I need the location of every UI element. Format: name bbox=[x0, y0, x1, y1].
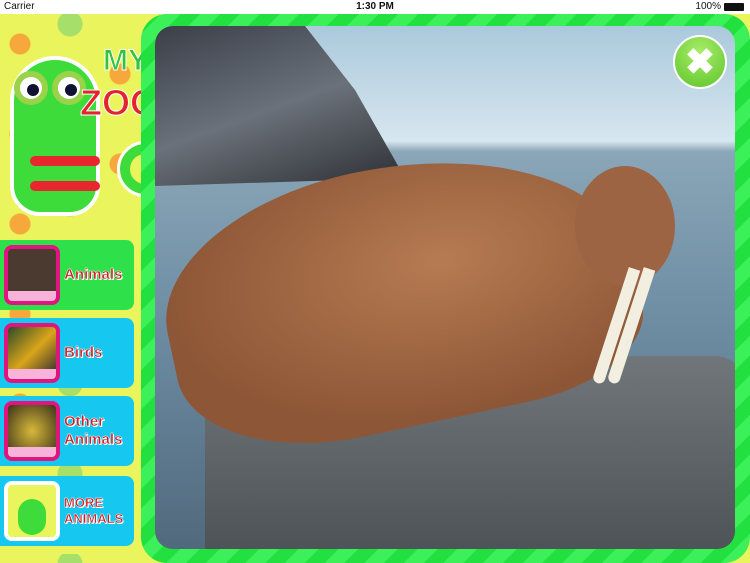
close-icon: ✖ bbox=[684, 41, 716, 82]
walrus-head bbox=[575, 166, 675, 286]
chameleon-stripe bbox=[30, 156, 100, 166]
battery-indicator: 100% bbox=[695, 1, 744, 12]
hornbill-thumbnail bbox=[4, 323, 60, 383]
menu-item-animals[interactable]: Animals bbox=[0, 240, 134, 310]
insect-thumbnail bbox=[4, 401, 60, 461]
app-logo: MY ZOO 2 bbox=[0, 16, 173, 221]
time-label: 1:30 PM bbox=[356, 1, 394, 12]
menu-label: Animals bbox=[64, 266, 123, 283]
battery-label: 100% bbox=[695, 1, 721, 12]
menu-item-other-animals[interactable]: Other Animals bbox=[0, 396, 134, 466]
close-button[interactable]: ✖ bbox=[673, 35, 727, 89]
menu-label: Other Animals bbox=[64, 413, 123, 448]
cliff bbox=[155, 26, 405, 186]
menu-item-birds[interactable]: Birds bbox=[0, 318, 134, 388]
chameleon-eye bbox=[14, 71, 48, 105]
walrus-photo bbox=[155, 26, 735, 549]
menu-label: MORE ANIMALS bbox=[64, 495, 124, 526]
my-zoo-app-icon bbox=[4, 481, 60, 541]
menu-label: Birds bbox=[64, 344, 103, 361]
menu-item-more-animals[interactable]: MORE ANIMALS bbox=[0, 476, 134, 546]
status-bar: Carrier 1:30 PM 100% bbox=[0, 0, 750, 14]
chimp-thumbnail bbox=[4, 245, 60, 305]
battery-icon bbox=[724, 2, 744, 11]
chameleon-stripe bbox=[30, 181, 100, 191]
